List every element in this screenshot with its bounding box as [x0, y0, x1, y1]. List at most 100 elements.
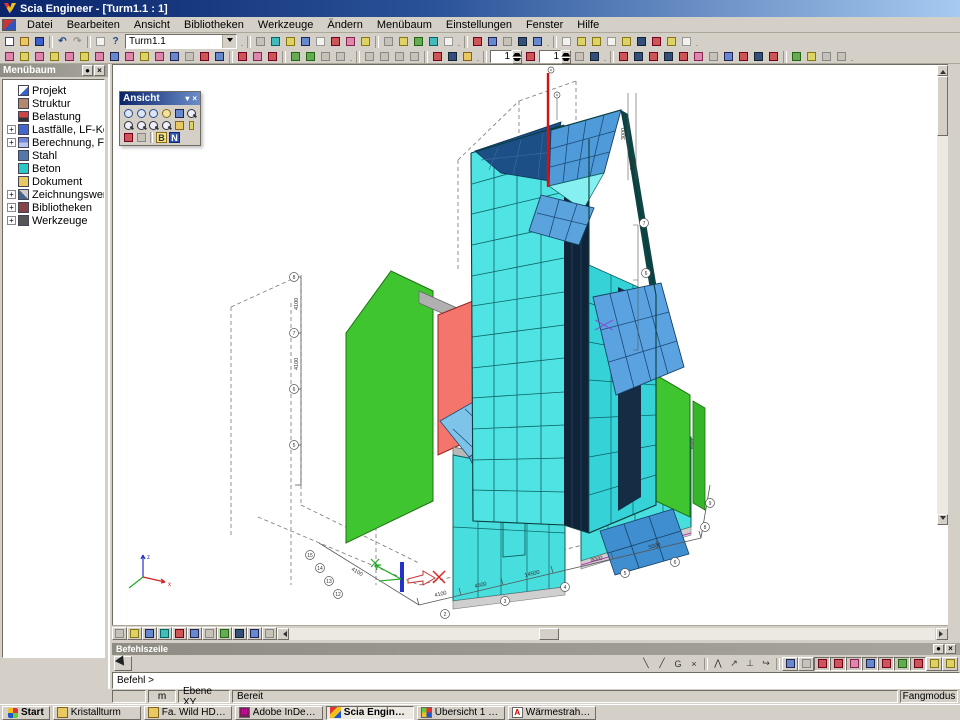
green-wall-right[interactable]: [656, 375, 690, 517]
toolbar-icon[interactable]: [530, 35, 545, 48]
toolbar-overflow-icon[interactable]: .: [602, 50, 608, 63]
menu-datei[interactable]: Datei: [20, 18, 60, 32]
sidebar-item-dokument[interactable]: Dokument: [5, 175, 104, 188]
toolbar-icon[interactable]: [789, 50, 804, 63]
pin-icon[interactable]: ●: [933, 644, 944, 654]
toolbar-icon[interactable]: [122, 50, 137, 63]
combobox-dropdown-icon[interactable]: [222, 35, 236, 48]
zoom-icon[interactable]: [185, 107, 198, 119]
toolbar-icon[interactable]: [736, 50, 751, 63]
snap-perp-icon[interactable]: ⊥: [742, 657, 758, 671]
flag-icon[interactable]: [172, 627, 187, 640]
toolbar-icon[interactable]: [313, 35, 328, 48]
sidebar-item-zeichnungswerkzeuge[interactable]: +Zeichnungswerkzeuge: [5, 188, 104, 201]
toolbar-icon[interactable]: [646, 50, 661, 63]
viewport-vertical-scrollbar[interactable]: [937, 65, 948, 525]
collapse-left-icon[interactable]: [277, 628, 289, 640]
walk-view-icon[interactable]: [173, 107, 186, 119]
taskbar-item-scia-active[interactable]: Scia Engineer - [...: [326, 706, 414, 720]
toolbar-icon[interactable]: [661, 50, 676, 63]
toolbar-icon[interactable]: [362, 50, 377, 63]
sidebar-item-belastung[interactable]: Belastung: [5, 110, 104, 123]
menu-werkzeuge[interactable]: Werkzeuge: [251, 18, 320, 32]
taskbar-item-waermestrahler[interactable]: A Wärmestrahler 3D...: [508, 706, 596, 720]
new-file-button[interactable]: [2, 35, 17, 48]
menu-menuebaum[interactable]: Menübaum: [370, 18, 439, 32]
toolbar-icon[interactable]: [634, 35, 649, 48]
menu-einstellungen[interactable]: Einstellungen: [439, 18, 519, 32]
toolbar-overflow-icon[interactable]: .: [456, 35, 462, 48]
spin-down-icon[interactable]: [512, 57, 522, 64]
taskbar-item-indesign[interactable]: Id Adobe InDesign C...: [235, 706, 323, 720]
snap-point-icon[interactable]: ↗: [726, 657, 742, 671]
toolbar-icon[interactable]: [283, 35, 298, 48]
expand-icon[interactable]: +: [7, 138, 16, 147]
toolbar-icon[interactable]: [235, 50, 250, 63]
toolbar-icon[interactable]: [167, 50, 182, 63]
toolbar-icon[interactable]: [574, 35, 589, 48]
toolbar-icon[interactable]: [32, 50, 47, 63]
link-active-icon[interactable]: [127, 627, 142, 640]
status-snap-mode[interactable]: Fangmodus: [900, 690, 958, 703]
toolbar-icon[interactable]: [679, 35, 694, 48]
toolbar-icon[interactable]: [721, 50, 736, 63]
snap-mode-3-icon[interactable]: [846, 657, 862, 671]
horizontal-scroll-thumb[interactable]: [539, 628, 559, 640]
toolbar-icon[interactable]: [572, 50, 587, 63]
rotate-view-icon[interactable]: [135, 107, 148, 119]
snap-line-icon[interactable]: ╲: [638, 657, 654, 671]
menu-bibliotheken[interactable]: Bibliotheken: [177, 18, 251, 32]
toolbar-overflow-icon[interactable]: .: [239, 35, 245, 48]
toolbar-icon[interactable]: [485, 35, 500, 48]
sidebar-item-struktur[interactable]: Struktur: [5, 97, 104, 110]
monitor-icon[interactable]: [232, 627, 247, 640]
vertical-scroll-thumb[interactable]: [937, 76, 948, 136]
redo-button[interactable]: ↷: [70, 35, 85, 48]
toolbar-icon[interactable]: [47, 50, 62, 63]
snap-node-icon[interactable]: ⋀: [710, 657, 726, 671]
snap-mode-6-icon[interactable]: [894, 657, 910, 671]
menu-fenster[interactable]: Fenster: [519, 18, 570, 32]
toolbar-icon[interactable]: [2, 50, 17, 63]
scale-spinner-2[interactable]: [539, 50, 571, 63]
snap-tangent-icon[interactable]: ↪: [758, 657, 774, 671]
toolbar-icon[interactable]: [265, 50, 280, 63]
snap-cursor-icon[interactable]: [782, 657, 798, 671]
layout-button[interactable]: [93, 35, 108, 48]
toolbar-icon[interactable]: [559, 35, 574, 48]
toolbar-icon[interactable]: [92, 50, 107, 63]
select-cursor-button[interactable]: [114, 656, 132, 671]
render-icon[interactable]: [202, 627, 217, 640]
sidebar-item-lastfaelle[interactable]: +Lastfälle, LF-Kombination: [5, 123, 104, 136]
scale-spinner-1[interactable]: [490, 50, 522, 63]
toolbar-icon[interactable]: [619, 35, 634, 48]
camera-icon-2[interactable]: [135, 131, 148, 143]
taskbar-item-kristallturm[interactable]: Kristallturm: [53, 706, 141, 720]
zoom-all-icon[interactable]: [147, 119, 160, 131]
toolbar-icon[interactable]: [343, 35, 358, 48]
toolbar-icon[interactable]: [430, 50, 445, 63]
toolbar-icon[interactable]: [441, 35, 456, 48]
close-icon[interactable]: ×: [945, 644, 956, 654]
rotate-view-icon[interactable]: [160, 107, 173, 119]
print-button[interactable]: [381, 35, 396, 48]
undo-button[interactable]: ↶: [55, 35, 70, 48]
toolbar-icon[interactable]: [649, 35, 664, 48]
toolbar-icon[interactable]: [396, 35, 411, 48]
ansicht-palette[interactable]: Ansicht ▾ ×: [119, 91, 201, 146]
menu-ansicht[interactable]: Ansicht: [127, 18, 177, 32]
expand-icon[interactable]: +: [7, 190, 16, 199]
expand-icon[interactable]: +: [7, 125, 16, 134]
toolbar-icon[interactable]: [515, 35, 530, 48]
toolbar-icon[interactable]: [804, 50, 819, 63]
toolbar-icon[interactable]: [197, 50, 212, 63]
toolbar-icon[interactable]: [407, 50, 422, 63]
toolbar-icon[interactable]: [250, 50, 265, 63]
ansicht-palette-titlebar[interactable]: Ansicht ▾ ×: [120, 92, 200, 105]
toolbar-icon[interactable]: [470, 35, 485, 48]
toolbar-icon[interactable]: [631, 50, 646, 63]
scroll-up-icon[interactable]: [937, 65, 948, 76]
sidebar-item-beton[interactable]: Beton: [5, 162, 104, 175]
toolbar-icon[interactable]: [426, 35, 441, 48]
taskbar-item-fa-wild[interactable]: Fa. Wild HD 2007: [144, 706, 232, 720]
